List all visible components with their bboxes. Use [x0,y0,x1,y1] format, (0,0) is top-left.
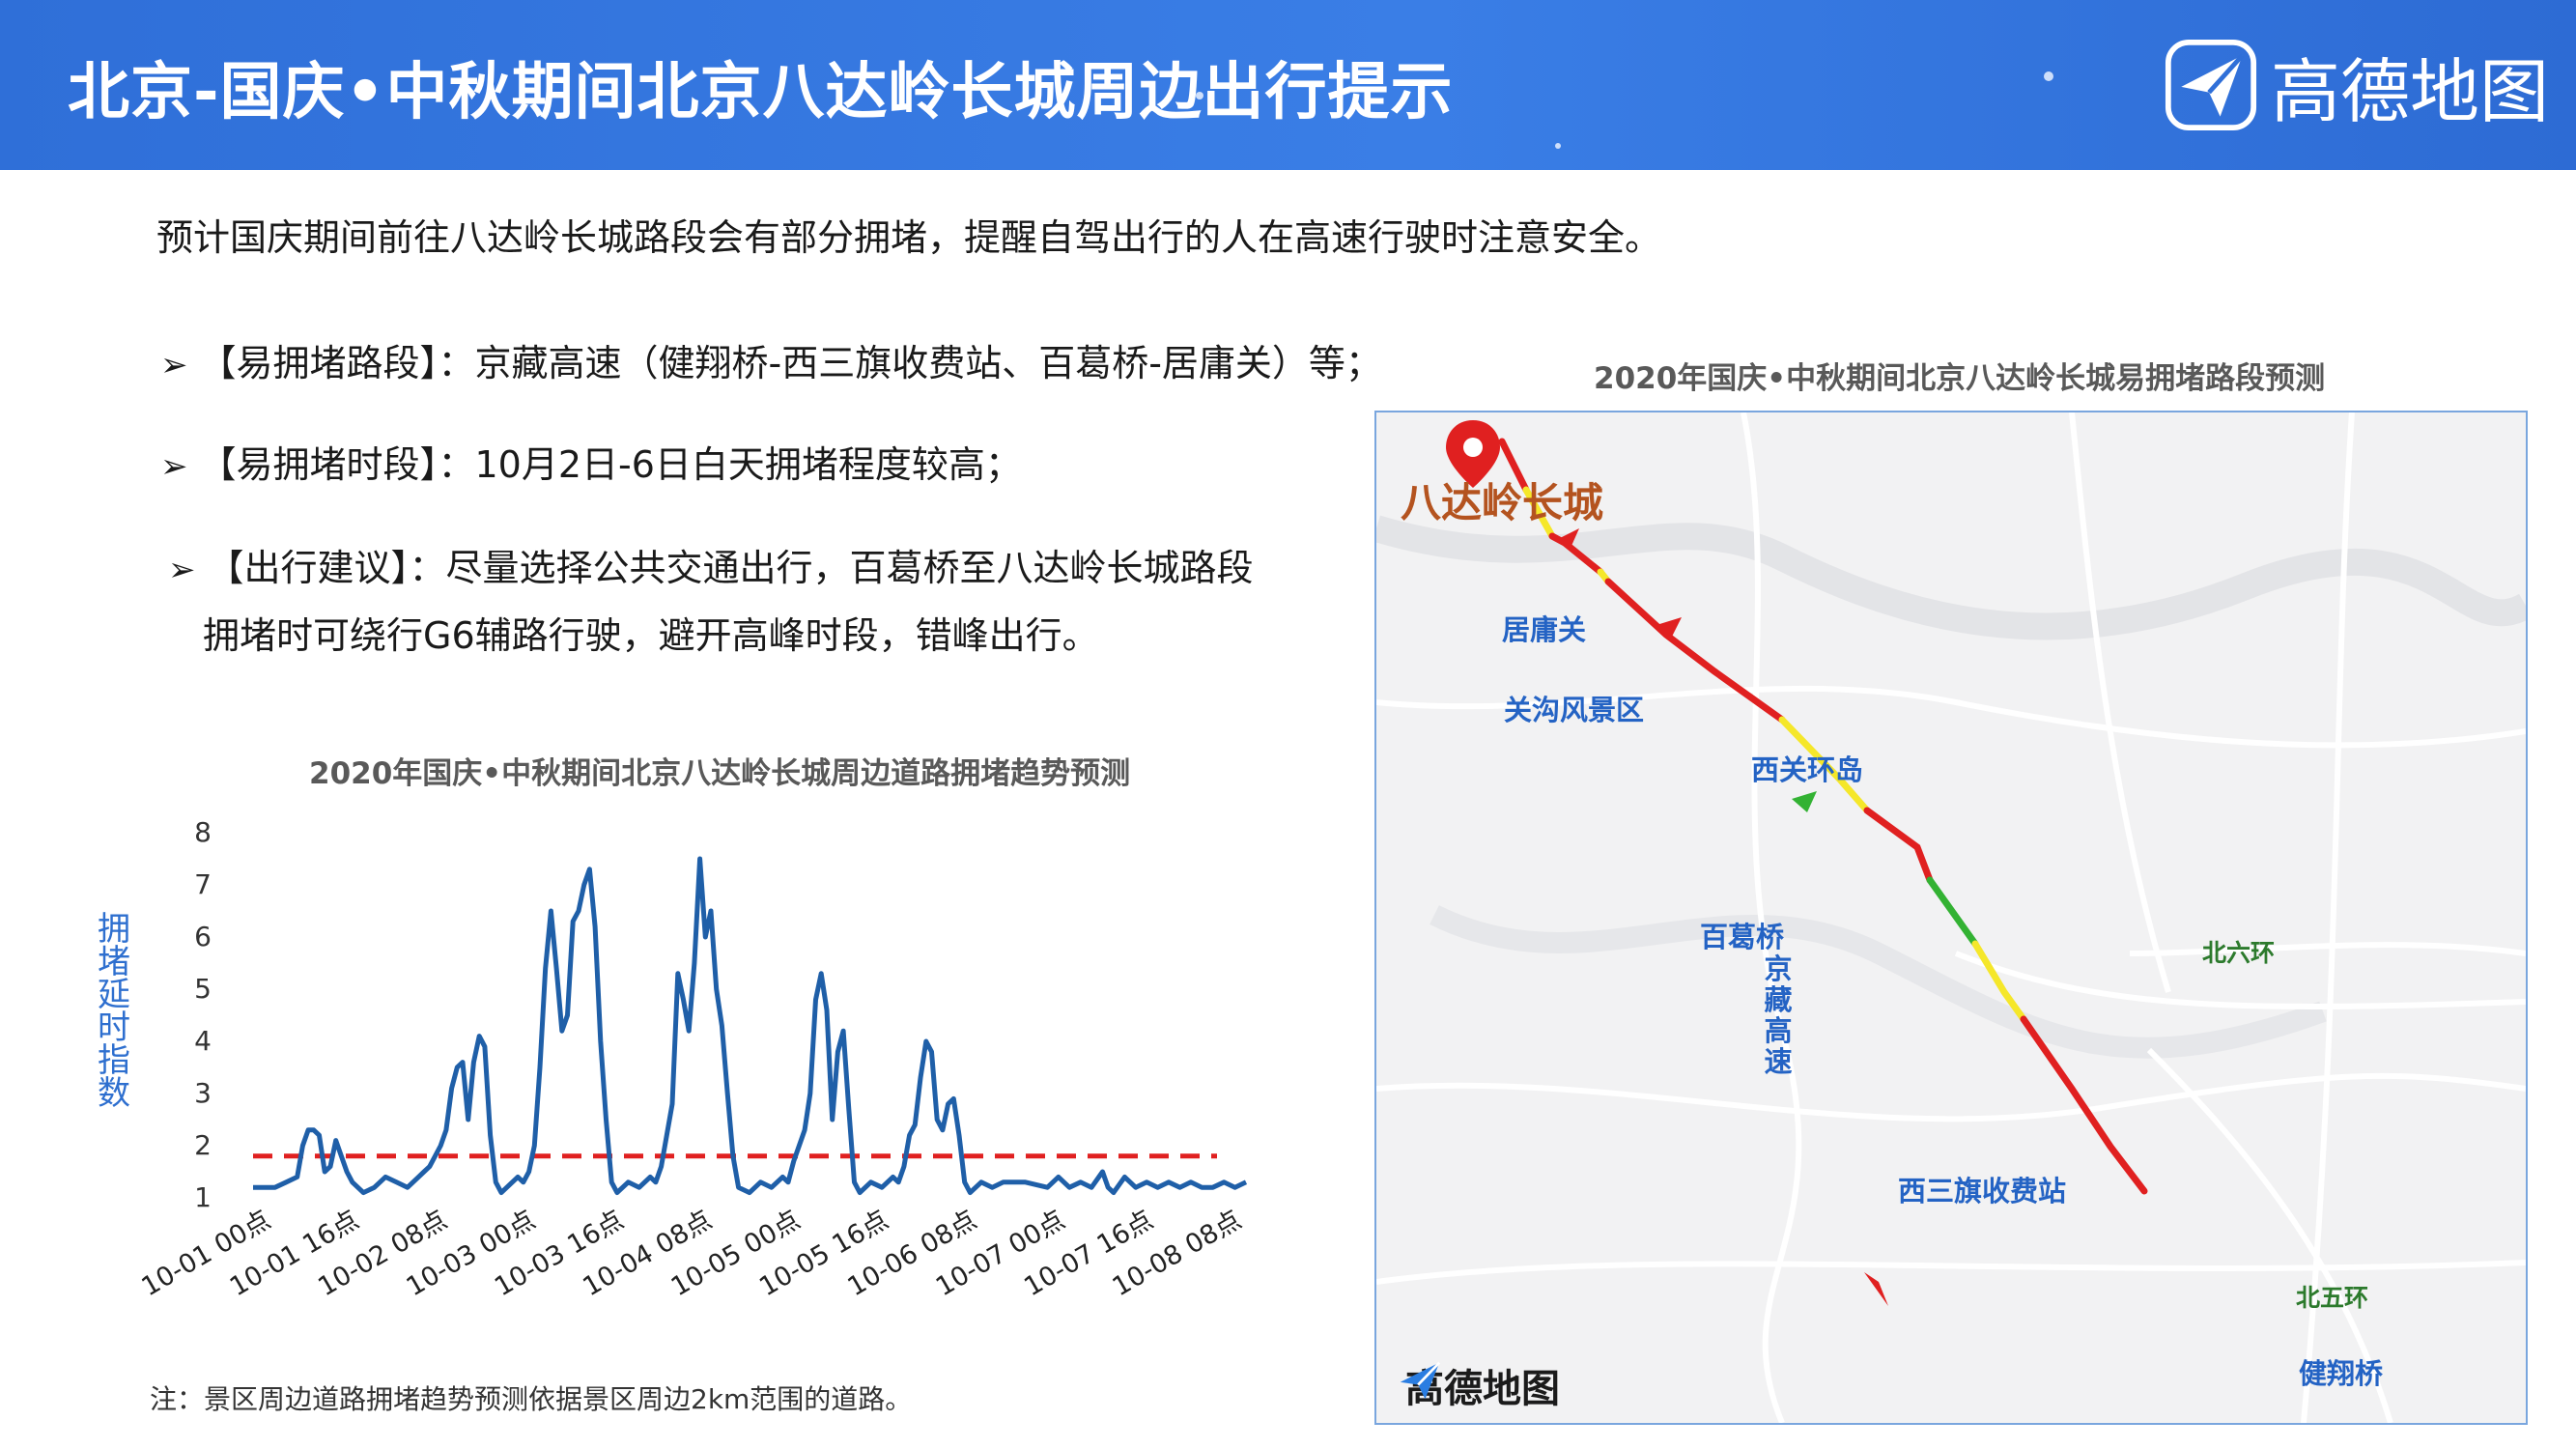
label-xisanqi: 西三旗收费站 [1898,1175,2067,1208]
y-tick-label: 2 [194,1129,212,1161]
label-beiwuhuan: 北五环 [2296,1284,2369,1312]
bullet-travel-advice: ➢ 【出行建议】：尽量选择公共交通出行，百葛桥至八达岭长城路段 [168,538,1254,591]
label-char: 藏 [1764,983,1793,1016]
label-beiliuhuan: 北六环 [2202,939,2276,967]
y-tick-label: 8 [194,816,212,848]
label-badaling: 八达岭长城 [1401,479,1604,526]
y-tick-label: 7 [194,868,212,900]
page-title: 北京-国庆•中秋期间北京八达岭长城周边出行提示 [68,57,1454,128]
bullet-text: 【易拥堵路段】：京藏高速（健翔桥-西三旗收费站、百葛桥-居庸关）等； [199,342,1382,384]
label-xiguanhuandao: 西关环岛 [1751,753,1864,786]
map-canvas [1376,412,2526,1423]
label-char: 京 [1764,952,1793,985]
y-tick-label: 1 [194,1181,212,1213]
header-banner: 北京-国庆•中秋期间北京八达岭长城周边出行提示 高德地图 [0,0,2576,170]
y-tick-label: 3 [194,1077,212,1109]
sparkle-decoration [2044,71,2053,81]
footnote: 注：景区周边道路拥堵趋势预测依据景区周边2km范围的道路。 [150,1383,913,1415]
map-brand-logo: 高德地图 [1398,1357,1560,1413]
label-jianxiangqiao: 健翔桥 [2299,1357,2384,1390]
arrow-right-icon: ➢ [160,346,188,384]
bullet-travel-advice-continued: 拥堵时可绕行G6辅路行驶，避开高峰时段，错峰出行。 [203,614,1099,657]
arrow-right-icon: ➢ [160,447,188,486]
label-char: 速 [1764,1045,1793,1078]
y-tick-label: 5 [194,973,212,1005]
intro-text: 预计国庆期间前往八达岭长城路段会有部分拥堵，提醒自驾出行的人在高速行驶时注意安全… [156,216,1662,259]
map-terrain [1376,412,2526,1423]
gaode-paper-plane-icon [1400,1361,1441,1400]
congestion-map: 八达岭长城 居庸关 关沟风景区 西关环岛 百葛桥 京 藏 高 速 北六环 西三旗… [1374,411,2528,1425]
bullet-text: 【出行建议】：尽量选择公共交通出行，百葛桥至八达岭长城路段 [207,547,1254,589]
brand-logo: 高德地图 [2165,33,2549,137]
chart-title: 2020年国庆•中秋期间北京八达岭长城周边道路拥堵趋势预测 [309,756,1131,791]
label-guangou: 关沟风景区 [1504,694,1645,726]
bullet-congested-periods: ➢ 【易拥堵时段】：10月2日-6日白天拥堵程度较高； [160,435,1022,488]
series-line [253,856,1248,1196]
label-jingzang-expressway: 京 藏 高 速 [1763,953,1794,1077]
label-juyongguan: 居庸关 [1502,613,1587,646]
label-char: 高 [1764,1014,1793,1047]
bullet-text: 【易拥堵时段】：10月2日-6日白天拥堵程度较高； [199,443,1022,486]
gaode-paper-plane-icon [2165,39,2257,131]
map-title: 2020年国庆•中秋期间北京八达岭长城易拥堵路段预测 [1594,361,2326,396]
sparkle-decoration [1555,143,1561,149]
y-tick-label: 4 [194,1025,212,1057]
label-baigeqiao: 百葛桥 [1700,921,1785,953]
congestion-trend-chart: 1234567810-01 00点10-01 16点10-02 08点10-03… [136,816,1248,1302]
y-tick-label: 6 [194,921,212,952]
brand-name: 高德地图 [2270,50,2549,132]
bullet-congested-roads: ➢ 【易拥堵路段】：京藏高速（健翔桥-西三旗收费站、百葛桥-居庸关）等； [160,333,1382,386]
arrow-right-icon: ➢ [168,551,196,589]
